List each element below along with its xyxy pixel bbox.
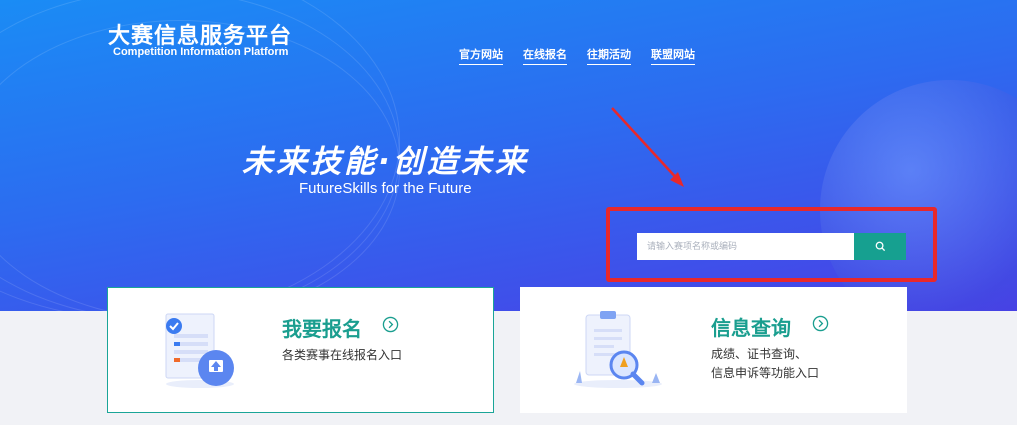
nav-past-events[interactable]: 往期活动 — [587, 46, 631, 65]
hero-banner: 大赛信息服务平台 Competition Information Platfor… — [0, 0, 1017, 311]
chevron-right-circle-icon[interactable] — [812, 315, 829, 332]
nav-official-site[interactable]: 官方网站 — [459, 46, 503, 65]
card-description-line: 各类赛事在线报名入口 — [282, 348, 403, 362]
nav-alliance-site[interactable]: 联盟网站 — [651, 46, 695, 65]
document-search-illustration — [574, 311, 662, 388]
card-description-line: 信息申诉等功能入口 — [711, 366, 820, 380]
nav-online-registration[interactable]: 在线报名 — [523, 46, 567, 65]
registration-form-illustration — [165, 313, 234, 388]
card-title: 我要报名 — [282, 317, 362, 341]
search-icon — [875, 241, 885, 252]
card-description: 各类赛事在线报名入口 — [282, 346, 402, 365]
card-description-line: 成绩、证书查询、 — [711, 347, 808, 361]
site-subtitle: Competition Information Platform — [113, 46, 289, 58]
hero-slogan-chinese: 未来技能·创造未来 — [242, 144, 529, 180]
chevron-right-circle-icon[interactable] — [382, 316, 399, 333]
top-nav: 官方网站 在线报名 往期活动 联盟网站 — [459, 46, 695, 65]
card-description: 成绩、证书查询、 信息申诉等功能入口 — [711, 345, 819, 383]
registration-card[interactable]: 我要报名 各类赛事在线报名入口 — [107, 287, 494, 413]
card-title: 信息查询 — [711, 316, 791, 340]
search-bar — [637, 233, 906, 260]
search-button[interactable] — [854, 233, 906, 260]
search-input[interactable] — [637, 233, 854, 260]
hero-slogan-english: FutureSkills for the Future — [299, 180, 472, 197]
info-query-card[interactable]: 信息查询 成绩、证书查询、 信息申诉等功能入口 — [520, 287, 907, 413]
